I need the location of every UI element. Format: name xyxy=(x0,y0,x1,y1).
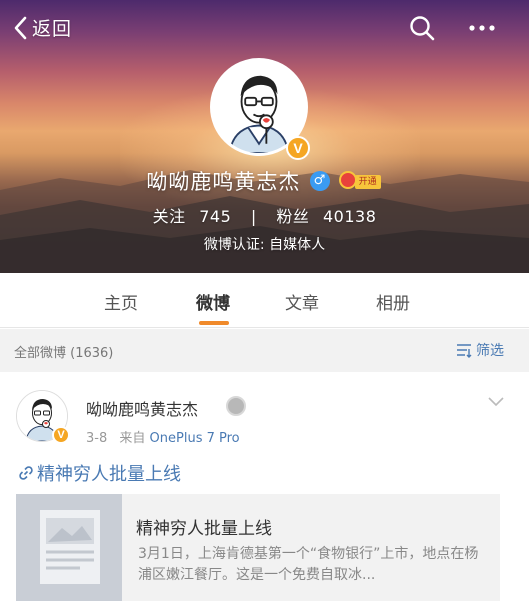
profile-header: 返回 V 呦呦鹿鸣黄志杰 ♂ 开通 关注 745 | 粉丝 40138 微博认证… xyxy=(0,0,529,273)
search-icon[interactable] xyxy=(406,12,438,44)
following-label: 关注 xyxy=(152,207,186,226)
following-count: 745 xyxy=(199,207,232,226)
back-button[interactable]: 返回 xyxy=(12,14,72,41)
post-device[interactable]: OnePlus 7 Pro xyxy=(150,431,240,446)
profile-tabs: 主页 微博 文章 相册 xyxy=(0,273,529,328)
filter-icon xyxy=(457,344,472,358)
article-title: 精神穷人批量上线 xyxy=(136,519,272,539)
link-icon xyxy=(19,466,33,480)
article-card[interactable]: 精神穷人批量上线 3月1日，上海肯德基第一个“食物银行”上市，地点在杨浦区嫩江餐… xyxy=(16,494,500,601)
post-meta: 3-8 来自 OnePlus 7 Pro xyxy=(86,427,240,446)
male-gender-icon: ♂ xyxy=(309,171,330,191)
tab-album[interactable]: 相册 xyxy=(376,289,410,314)
post-verified-badge: V xyxy=(52,426,70,444)
filter-bar: 全部微博 (1636) 筛选 xyxy=(0,329,529,372)
profile-name: 呦呦鹿鸣黄志杰 xyxy=(146,170,301,194)
tab-weibo[interactable]: 微博 xyxy=(196,289,230,314)
back-chevron-icon xyxy=(14,16,27,39)
followers-count: 40138 xyxy=(322,207,377,226)
post-article-link[interactable]: 精神穷人批量上线 xyxy=(18,460,181,486)
post-item: V 呦呦鹿鸣黄志杰 3-8 来自 OnePlus 7 Pro 精神穷人批量上线 … xyxy=(0,372,529,601)
post-from-label: 来自 xyxy=(119,431,146,446)
active-tab-indicator xyxy=(199,321,229,325)
tab-articles[interactable]: 文章 xyxy=(285,289,319,314)
post-date: 3-8 xyxy=(86,431,108,446)
filter-label: 筛选 xyxy=(476,343,504,359)
stats-separator: | xyxy=(250,207,257,226)
tab-home[interactable]: 主页 xyxy=(104,289,138,314)
back-label: 返回 xyxy=(32,18,73,40)
filter-button[interactable]: 筛选 xyxy=(456,340,504,360)
verification-text: 微博认证: 自媒体人 xyxy=(203,237,326,253)
profile-name-row: 呦呦鹿鸣黄志杰 ♂ 开通 xyxy=(0,166,529,196)
followers-label: 粉丝 xyxy=(276,207,310,226)
vip-open-label: 开通 xyxy=(354,175,381,189)
vip-open-button[interactable]: 开通 xyxy=(338,171,383,191)
chevron-down-icon[interactable] xyxy=(488,396,504,408)
vip-crown-icon xyxy=(338,171,357,189)
article-thumbnail xyxy=(16,494,122,601)
post-link-text: 精神穷人批量上线 xyxy=(37,464,181,485)
following-stat[interactable]: 关注 745 xyxy=(153,207,237,226)
document-icon xyxy=(16,494,122,601)
more-icon[interactable] xyxy=(466,12,498,44)
medal-icon xyxy=(226,396,246,416)
post-author-name[interactable]: 呦呦鹿鸣黄志杰 xyxy=(86,396,198,420)
followers-stat[interactable]: 粉丝 40138 xyxy=(276,207,376,226)
verified-badge: V xyxy=(286,136,310,160)
profile-stats: 关注 745 | 粉丝 40138 xyxy=(0,203,529,227)
post-count-label: 全部微博 (1636) xyxy=(14,346,114,361)
article-description: 3月1日，上海肯德基第一个“食物银行”上市，地点在杨浦区嫩江餐厅。这是一个免费自… xyxy=(138,546,479,583)
